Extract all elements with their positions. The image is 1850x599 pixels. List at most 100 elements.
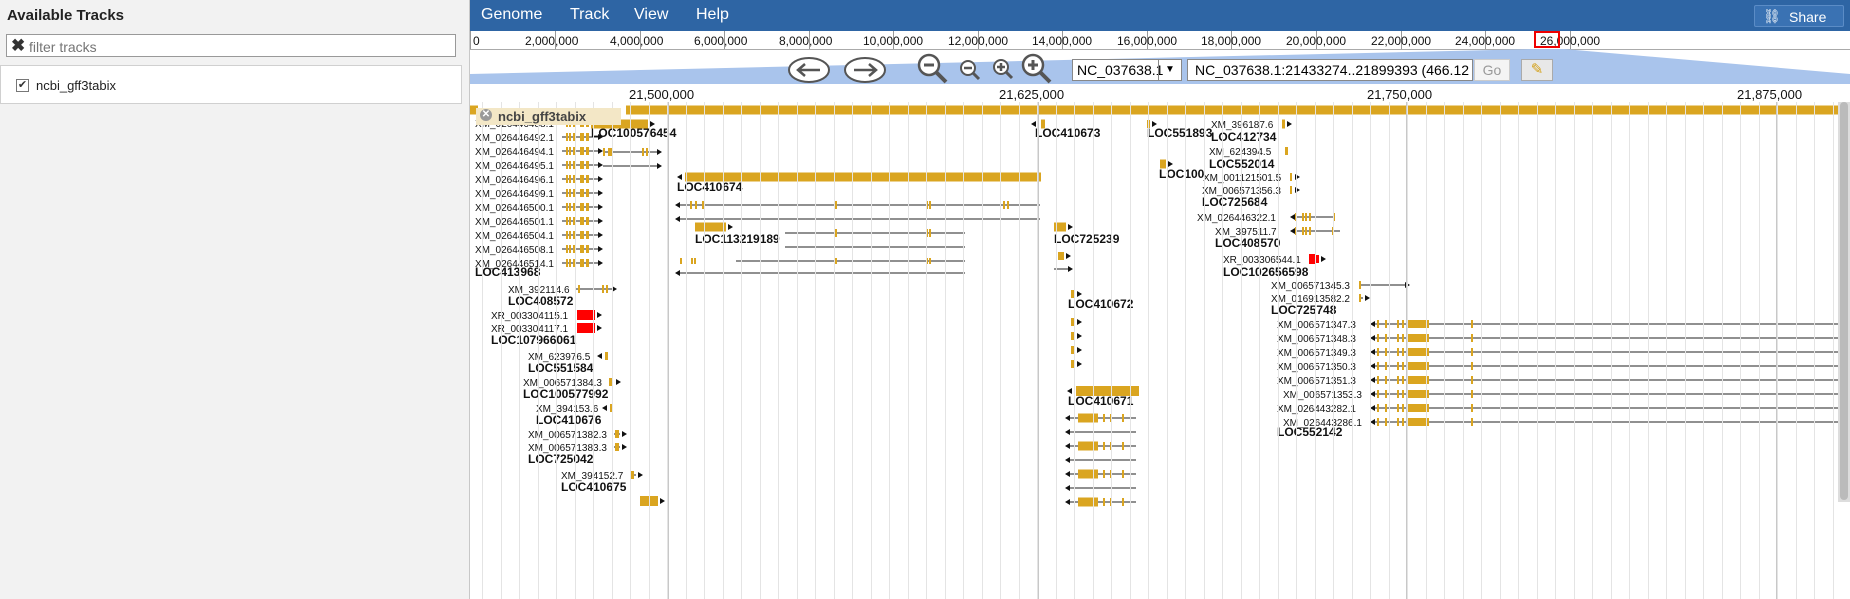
strand-arrow[interactable] xyxy=(616,379,621,385)
strand-arrow[interactable] xyxy=(598,232,603,238)
exon-block[interactable] xyxy=(1078,497,1098,507)
strand-arrow[interactable] xyxy=(1287,121,1292,127)
exon-block[interactable] xyxy=(1058,252,1064,260)
exon-block[interactable] xyxy=(1377,404,1379,412)
exon-block[interactable] xyxy=(1007,201,1009,209)
exon-block[interactable] xyxy=(1471,390,1473,398)
exon-block[interactable] xyxy=(1122,414,1124,422)
strand-arrow[interactable] xyxy=(657,163,662,169)
strand-arrow[interactable] xyxy=(622,444,627,450)
exon-block[interactable] xyxy=(1397,390,1399,398)
strand-arrow[interactable] xyxy=(602,405,607,411)
strand-arrow[interactable] xyxy=(597,353,602,359)
track-label[interactable]: ncbi_gff3tabix xyxy=(36,78,116,93)
vertical-scrollbar[interactable] xyxy=(1838,102,1850,502)
exon-block[interactable] xyxy=(1078,469,1098,479)
strand-arrow[interactable] xyxy=(1066,253,1071,259)
exon-block[interactable] xyxy=(1402,334,1404,342)
exon-block[interactable] xyxy=(1427,334,1429,342)
exon-block[interactable] xyxy=(602,285,604,293)
chevron-down-icon[interactable]: ▼ xyxy=(1158,60,1181,80)
exon-block[interactable] xyxy=(566,161,568,169)
exon-block[interactable] xyxy=(586,161,589,169)
exon-block[interactable] xyxy=(1302,213,1304,221)
exon-block[interactable] xyxy=(566,175,568,183)
exon-block[interactable] xyxy=(1385,418,1387,426)
exon-block[interactable] xyxy=(1397,404,1399,412)
exon-block[interactable] xyxy=(1290,173,1292,181)
exon-block[interactable] xyxy=(586,147,589,155)
exon-block[interactable] xyxy=(1397,320,1399,328)
exon-block[interactable] xyxy=(608,148,610,156)
exon-block[interactable] xyxy=(929,201,931,209)
strand-arrow[interactable] xyxy=(728,224,733,230)
exon-block[interactable] xyxy=(580,203,584,211)
exon-block[interactable] xyxy=(586,231,589,239)
exon-block[interactable] xyxy=(1471,404,1473,412)
track-checkbox[interactable]: ✔ xyxy=(16,79,29,92)
exon-block[interactable] xyxy=(929,229,931,237)
zoom-out-small-icon[interactable] xyxy=(958,58,982,82)
exon-block[interactable] xyxy=(566,133,568,141)
exon-block[interactable] xyxy=(835,258,837,264)
exon-block[interactable] xyxy=(631,471,634,479)
track-filter[interactable]: ✖ xyxy=(6,34,456,57)
exon-block[interactable] xyxy=(1471,376,1473,384)
zoom-in-large-icon[interactable] xyxy=(1020,52,1054,86)
exon-block[interactable] xyxy=(1122,498,1124,506)
exon-block[interactable] xyxy=(569,147,571,155)
feature-canvas[interactable]: XM_026446488.1XM_026446492.1XM_026446494… xyxy=(470,102,1850,599)
exon-block[interactable] xyxy=(1427,404,1429,412)
strand-arrow[interactable] xyxy=(1065,499,1070,505)
exon-block[interactable] xyxy=(694,258,696,264)
exon-block[interactable] xyxy=(586,133,589,141)
strand-arrow[interactable] xyxy=(1077,333,1082,339)
exon-block[interactable] xyxy=(566,259,568,267)
exon-block[interactable] xyxy=(1427,390,1429,398)
strand-arrow[interactable] xyxy=(1321,256,1326,262)
strand-arrow[interactable] xyxy=(622,431,627,437)
exon-block[interactable] xyxy=(1408,404,1426,412)
exon-block[interactable] xyxy=(566,245,568,253)
strand-arrow[interactable] xyxy=(675,216,680,222)
exon-block[interactable] xyxy=(1122,470,1124,478)
strand-arrow[interactable] xyxy=(657,149,662,155)
exon-block[interactable] xyxy=(569,161,571,169)
exon-block[interactable] xyxy=(1302,227,1304,235)
exon-block[interactable] xyxy=(1397,418,1399,426)
exon-block[interactable] xyxy=(695,201,697,209)
exon-block[interactable] xyxy=(580,161,584,169)
exon-block[interactable] xyxy=(1408,390,1426,398)
exon-block[interactable] xyxy=(1078,441,1098,451)
strand-arrow[interactable] xyxy=(1290,228,1295,234)
exon-block[interactable] xyxy=(1377,334,1379,342)
exon-block[interactable] xyxy=(566,147,568,155)
exon-block[interactable] xyxy=(586,259,589,267)
exon-block[interactable] xyxy=(1471,334,1473,342)
exon-block[interactable] xyxy=(606,285,608,293)
exon-block[interactable] xyxy=(835,201,837,209)
exon-block[interactable] xyxy=(569,245,571,253)
exon-block[interactable] xyxy=(580,231,584,239)
exon-block[interactable] xyxy=(615,443,619,451)
exon-block[interactable] xyxy=(566,189,568,197)
exon-block[interactable] xyxy=(1377,362,1379,370)
exon-block[interactable] xyxy=(615,430,619,438)
pan-right-button[interactable] xyxy=(843,55,887,85)
exon-block[interactable] xyxy=(580,189,584,197)
exon-block[interactable] xyxy=(1309,213,1311,221)
exon-block[interactable] xyxy=(1003,201,1005,209)
exon-block[interactable] xyxy=(1305,227,1307,235)
strand-arrow[interactable] xyxy=(1065,457,1070,463)
exon-block[interactable] xyxy=(586,189,589,197)
strand-arrow[interactable] xyxy=(675,202,680,208)
strand-arrow[interactable] xyxy=(1065,485,1070,491)
exon-block[interactable] xyxy=(1408,334,1426,342)
menu-track[interactable]: Track xyxy=(570,6,609,24)
exon-block[interactable] xyxy=(578,285,580,293)
close-icon[interactable]: ✕ xyxy=(480,109,492,121)
exon-block[interactable] xyxy=(1103,442,1105,450)
scale-ruler[interactable]: 21,500,000 21,625,000 21,750,000 21,875,000 xyxy=(470,84,1850,103)
strand-arrow[interactable] xyxy=(1068,266,1073,272)
exon-block[interactable] xyxy=(569,231,571,239)
